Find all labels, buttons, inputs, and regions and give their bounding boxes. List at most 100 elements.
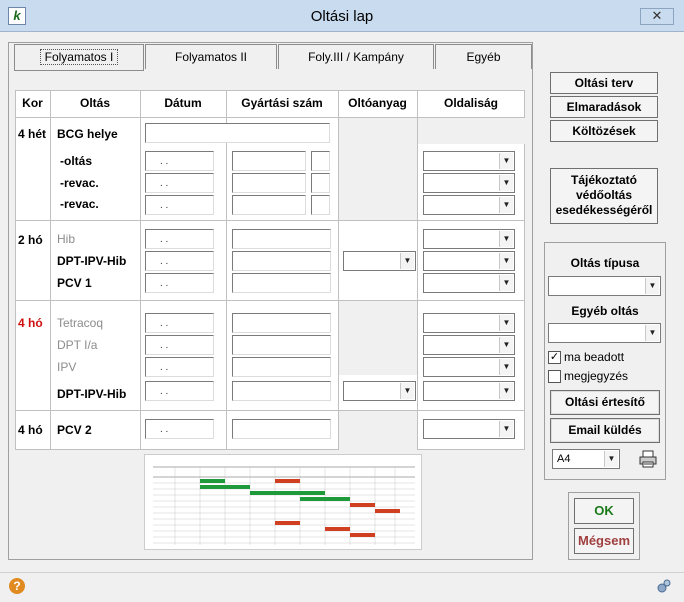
batch-suffix-input[interactable] — [311, 173, 330, 193]
chevron-down-icon: ▼ — [604, 451, 618, 467]
vaccination-type-dropdown[interactable]: ▼ — [548, 276, 661, 296]
given-today-label: ma beadott — [564, 350, 625, 364]
send-email-button[interactable]: Email küldés — [550, 418, 660, 443]
chevron-down-icon: ▼ — [499, 315, 513, 331]
batch-input[interactable] — [232, 251, 331, 271]
vaccination-due-info-button[interactable]: Tájékoztató védőoltás esedékességéről — [550, 168, 658, 224]
vaccine-label: PCV 1 — [57, 276, 92, 290]
batch-input[interactable] — [232, 173, 306, 193]
date-input[interactable]: . . — [145, 381, 214, 401]
batch-input[interactable] — [232, 195, 306, 215]
vaccination-plan-button[interactable]: Oltási terv — [550, 72, 658, 94]
chevron-down-icon: ▼ — [499, 175, 513, 191]
tab-label: Folyamatos I — [39, 49, 119, 65]
vaccination-notice-button[interactable]: Oltási értesítő — [550, 390, 660, 415]
oltoanyag-disabled-cell — [338, 118, 417, 220]
col-oltas: Oltás — [79, 96, 110, 110]
tab-folyamatos-3-kampany[interactable]: Foly.III / Kampány — [278, 44, 434, 69]
note-label: megjegyzés — [564, 369, 629, 383]
date-input[interactable]: . . — [145, 251, 214, 271]
printer-icon[interactable] — [638, 449, 658, 469]
age-label-highlighted: 4 hó — [18, 316, 43, 330]
help-icon[interactable]: ? — [9, 578, 25, 594]
batch-input[interactable] — [232, 313, 331, 333]
side-dropdown[interactable]: ▼ — [423, 173, 515, 193]
vaccine-label: -oltás — [60, 154, 93, 168]
given-today-checkbox[interactable]: ✓ — [548, 351, 561, 364]
settings-icon[interactable] — [656, 578, 672, 594]
date-input[interactable]: . . — [145, 313, 214, 333]
vaccine-label-disabled: DPT I/a — [57, 338, 98, 352]
missed-vaccinations-button[interactable]: Elmaradások — [550, 96, 658, 118]
side-dropdown[interactable]: ▼ — [423, 381, 515, 401]
side-dropdown[interactable]: ▼ — [423, 357, 515, 377]
chevron-down-icon: ▼ — [499, 197, 513, 213]
batch-input[interactable] — [232, 273, 331, 293]
side-dropdown[interactable]: ▼ — [423, 419, 515, 439]
window-title: Oltási lap — [310, 8, 374, 25]
cancel-button[interactable]: Mégsem — [574, 528, 634, 554]
side-dropdown[interactable]: ▼ — [423, 273, 515, 293]
vaccine-material-dropdown[interactable]: ▼ — [343, 251, 416, 271]
batch-input[interactable] — [232, 381, 331, 401]
batch-suffix-input[interactable] — [311, 151, 330, 171]
chevron-down-icon: ▼ — [499, 275, 513, 291]
vaccine-label: PCV 2 — [57, 423, 92, 437]
chevron-down-icon: ▼ — [400, 253, 414, 269]
chevron-down-icon: ▼ — [499, 337, 513, 353]
other-vaccination-dropdown[interactable]: ▼ — [548, 323, 661, 343]
bcg-location-input[interactable] — [145, 123, 330, 143]
date-input[interactable]: . . — [145, 273, 214, 293]
date-input[interactable]: . . — [145, 195, 214, 215]
col-oltoanyag: Oltóanyag — [348, 96, 407, 110]
close-button[interactable]: ✕ — [640, 8, 674, 25]
date-input[interactable]: . . — [145, 335, 214, 355]
paper-size-dropdown[interactable]: A4 ▼ — [552, 449, 620, 469]
relocations-button[interactable]: Költözések — [550, 120, 658, 142]
chevron-down-icon: ▼ — [499, 231, 513, 247]
date-input[interactable]: . . — [145, 357, 214, 377]
chevron-down-icon: ▼ — [499, 383, 513, 399]
batch-input[interactable] — [232, 357, 331, 377]
tab-folyamatos-2[interactable]: Folyamatos II — [145, 44, 277, 69]
vaccine-label: DPT-IPV-Hib — [57, 387, 127, 401]
vaccination-schedule-thumbnail[interactable] — [144, 454, 422, 550]
side-dropdown[interactable]: ▼ — [423, 313, 515, 333]
batch-input[interactable] — [232, 229, 331, 249]
date-input[interactable]: . . — [145, 173, 214, 193]
date-input[interactable]: . . — [145, 151, 214, 171]
date-input[interactable]: . . — [145, 419, 214, 439]
batch-input[interactable] — [232, 335, 331, 355]
age-label: 2 hó — [18, 233, 43, 247]
tab-folyamatos-1[interactable]: Folyamatos I — [14, 44, 144, 71]
chevron-down-icon: ▼ — [499, 421, 513, 437]
chevron-down-icon: ▼ — [499, 359, 513, 375]
oldalisag-disabled-cell — [417, 118, 525, 144]
button-line: Tájékoztató — [570, 173, 637, 187]
vaccine-label: BCG helye — [57, 127, 118, 141]
batch-input[interactable] — [232, 419, 331, 439]
chevron-down-icon: ▼ — [645, 325, 659, 341]
vaccine-label: -revac. — [60, 176, 99, 190]
chevron-down-icon: ▼ — [645, 278, 659, 294]
oltoanyag-disabled-cell — [338, 410, 417, 450]
status-bar — [0, 572, 684, 602]
vaccine-material-dropdown[interactable]: ▼ — [343, 381, 416, 401]
paper-size-value: A4 — [557, 453, 571, 465]
side-dropdown[interactable]: ▼ — [423, 151, 515, 171]
side-dropdown[interactable]: ▼ — [423, 335, 515, 355]
ok-button[interactable]: OK — [574, 498, 634, 524]
batch-suffix-input[interactable] — [311, 195, 330, 215]
side-dropdown[interactable]: ▼ — [423, 229, 515, 249]
batch-input[interactable] — [232, 151, 306, 171]
vaccine-label: DPT-IPV-Hib — [57, 254, 127, 268]
side-dropdown[interactable]: ▼ — [423, 195, 515, 215]
schedule-table-image — [145, 455, 421, 549]
tab-egyeb[interactable]: Egyéb — [435, 44, 532, 69]
age-label: 4 hét — [18, 127, 47, 141]
chevron-down-icon: ▼ — [499, 153, 513, 169]
date-input[interactable]: . . — [145, 229, 214, 249]
side-dropdown[interactable]: ▼ — [423, 251, 515, 271]
note-checkbox[interactable] — [548, 370, 561, 383]
other-vaccination-label: Egyéb oltás — [571, 304, 639, 318]
